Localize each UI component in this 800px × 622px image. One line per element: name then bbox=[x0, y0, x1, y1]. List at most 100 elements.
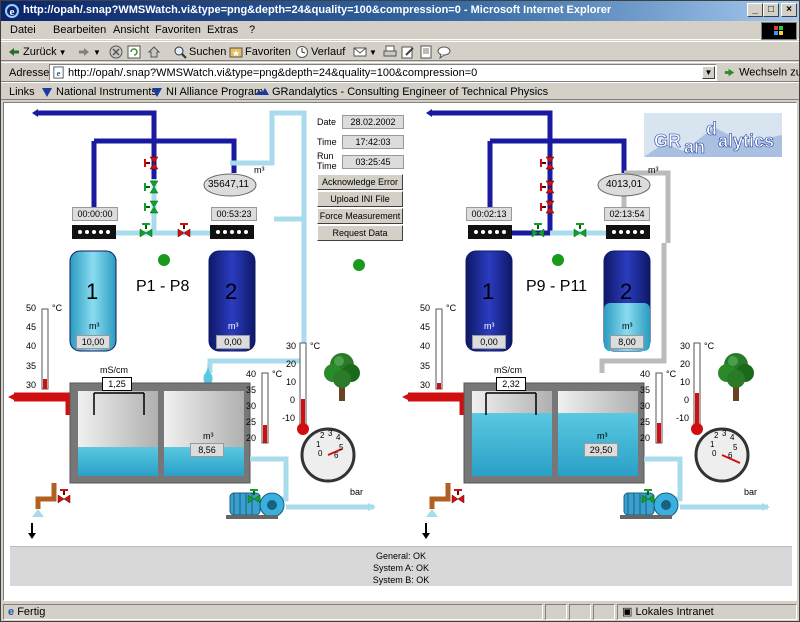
gauge-b-tick: 6 bbox=[728, 451, 733, 460]
thermo-b1-unit: °C bbox=[446, 303, 457, 313]
menu-bearbeiten[interactable]: Bearbeiten bbox=[53, 24, 106, 36]
link-national-instruments[interactable]: National Instruments bbox=[41, 86, 157, 98]
printer-icon bbox=[383, 45, 397, 57]
pressure-unit-a: bar bbox=[350, 487, 364, 497]
svg-text:e: e bbox=[57, 69, 61, 78]
mail-button[interactable]: ▼ bbox=[353, 44, 377, 60]
intranet-icon: ▣ bbox=[622, 606, 633, 618]
thermo-b2-tick: 35 bbox=[640, 385, 651, 395]
close-button[interactable]: × bbox=[781, 3, 797, 17]
link-label: NI Alliance Program bbox=[166, 86, 264, 98]
thermo-a1-unit: °C bbox=[52, 303, 63, 313]
page-done-icon: e bbox=[8, 606, 15, 618]
thermo-b2-unit: °C bbox=[666, 369, 677, 379]
address-input[interactable] bbox=[68, 66, 698, 79]
menu-help[interactable]: ? bbox=[249, 24, 255, 36]
discuss-button[interactable] bbox=[419, 44, 433, 60]
thermo-a3-unit: °C bbox=[310, 341, 321, 351]
meter-unit: m³ bbox=[648, 165, 659, 175]
go-button[interactable]: Wechseln zu bbox=[723, 66, 800, 79]
ni-logo-icon bbox=[152, 88, 162, 97]
menu-datei[interactable]: Datei bbox=[10, 24, 36, 36]
logo-text-gr: GR bbox=[654, 131, 681, 151]
go-label: Wechseln zu bbox=[739, 66, 800, 79]
history-button[interactable]: Verlauf bbox=[295, 44, 345, 60]
date-readout: 28.02.2002 bbox=[342, 115, 404, 129]
timer-a2: 00:53:23 bbox=[211, 207, 257, 221]
edit-button[interactable] bbox=[401, 44, 415, 60]
flow-meter-a: 35647,11 bbox=[208, 179, 249, 190]
thermo-b3-tick: -10 bbox=[676, 413, 690, 423]
upload-ini-button[interactable]: Upload INI File bbox=[317, 191, 403, 207]
gauge-a-tick: 4 bbox=[336, 433, 341, 442]
document-icon bbox=[420, 45, 432, 59]
search-button[interactable]: Suchen bbox=[173, 44, 226, 60]
address-label: Adresse bbox=[9, 67, 50, 79]
go-arrow-icon bbox=[724, 68, 735, 77]
tank-b2-volume: 8,00 bbox=[610, 335, 644, 349]
refresh-icon bbox=[127, 45, 141, 59]
thermo-a2-tick: 35 bbox=[246, 385, 257, 395]
address-dropdown-button[interactable]: ▼ bbox=[702, 66, 715, 79]
thermo-a1-tick: 40 bbox=[26, 341, 37, 351]
dropdown-arrow-icon: ▼ bbox=[93, 47, 101, 57]
thermo-b2-tick: 40 bbox=[640, 369, 651, 379]
back-arrow-icon bbox=[9, 48, 19, 56]
page-icon: e bbox=[53, 66, 64, 79]
thermo-b2-tick: 20 bbox=[640, 433, 651, 443]
runtime-label-2: Time bbox=[317, 161, 337, 171]
date-label: Date bbox=[317, 117, 337, 127]
thermo-b1-tick: 50 bbox=[420, 303, 431, 313]
back-button[interactable]: Zurück ▼ bbox=[7, 44, 67, 60]
menu-extras[interactable]: Extras bbox=[207, 24, 238, 36]
tank-b1-label: 1 bbox=[482, 279, 495, 304]
grandalytics-logo-icon bbox=[255, 88, 269, 95]
force-measurement-button[interactable]: Force Measurement bbox=[317, 208, 403, 224]
history-icon bbox=[296, 46, 308, 58]
acknowledge-error-button[interactable]: Acknowledge Error bbox=[317, 174, 403, 190]
print-button[interactable] bbox=[383, 44, 397, 60]
search-label: Suchen bbox=[189, 46, 227, 58]
mail-icon bbox=[353, 47, 367, 57]
status-pane-empty bbox=[569, 604, 591, 620]
search-icon bbox=[174, 46, 187, 59]
status-panel: General: OK System A: OK System B: OK bbox=[10, 546, 792, 586]
thermo-a1-tick: 50 bbox=[26, 303, 37, 313]
forward-button[interactable]: ▼ bbox=[77, 44, 101, 60]
thermo-b1-tick: 35 bbox=[420, 361, 431, 371]
favorites-icon bbox=[229, 47, 243, 58]
gauge-a-tick: 2 bbox=[320, 431, 325, 440]
status-text: Fertig bbox=[17, 606, 46, 618]
tank-b2-label: 2 bbox=[620, 279, 633, 304]
refresh-button[interactable] bbox=[127, 44, 141, 60]
favorites-button[interactable]: Favoriten bbox=[229, 44, 291, 60]
tank-a1-label: 1 bbox=[86, 279, 99, 304]
system-b-title: P9 - P11 bbox=[526, 278, 588, 295]
pressure-unit-b: bar bbox=[744, 487, 758, 497]
address-field: e ▼ bbox=[49, 64, 717, 81]
thermo-a1-tick: 45 bbox=[26, 322, 37, 332]
home-button[interactable] bbox=[147, 44, 161, 60]
dropdown-arrow-icon: ▼ bbox=[369, 47, 377, 57]
menu-ansicht[interactable]: Ansicht bbox=[113, 24, 149, 36]
link-ni-alliance[interactable]: NI Alliance Program bbox=[151, 86, 263, 98]
thermo-a3-tick: 20 bbox=[286, 359, 297, 369]
title-bar: e http://opah/.snap?WMSWatch.vi&type=png… bbox=[1, 1, 799, 21]
link-grandalytics[interactable]: GRandalytics - Consulting Engineer of Te… bbox=[255, 86, 548, 98]
gauge-a-tick: 5 bbox=[339, 443, 344, 452]
minimize-button[interactable]: _ bbox=[747, 3, 763, 17]
conductivity-a: 1,25 bbox=[102, 377, 132, 391]
messenger-button[interactable] bbox=[437, 44, 451, 60]
ni-logo-icon bbox=[42, 88, 52, 97]
dropdown-arrow-icon: ▼ bbox=[58, 47, 67, 57]
tank-a2-volume: 0,00 bbox=[216, 335, 250, 349]
stop-button[interactable] bbox=[109, 44, 123, 60]
browser-window: e http://opah/.snap?WMSWatch.vi&type=png… bbox=[0, 0, 800, 622]
maximize-button[interactable]: □ bbox=[763, 3, 779, 17]
status-system-a: System A: OK bbox=[372, 563, 430, 573]
svg-text:e: e bbox=[10, 6, 15, 18]
menu-favoriten[interactable]: Favoriten bbox=[155, 24, 201, 36]
conductivity-b: 2,32 bbox=[496, 377, 526, 391]
time-label: Time bbox=[317, 137, 337, 147]
request-data-button[interactable]: Request Data bbox=[317, 225, 403, 241]
